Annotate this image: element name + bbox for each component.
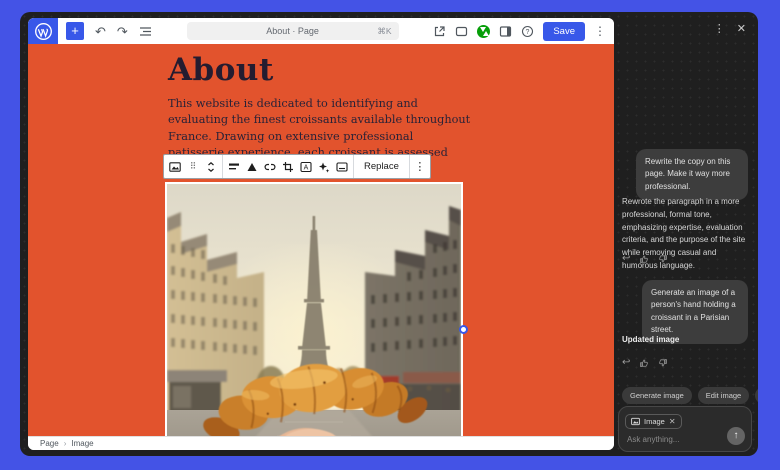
attachment-label: Image [644,417,665,426]
edit-image-chip[interactable]: Edit image [697,387,750,404]
breadcrumb-bar: Page › Image [28,436,614,450]
editor-top-toolbar: + ↶ ↷ About · Page ⌘K ? Save ⋮ [28,18,614,44]
save-button[interactable]: Save [543,21,585,41]
editor-canvas[interactable]: About This website is dedicated to ident… [28,44,614,436]
block-controls-group: ⠿ [164,155,223,178]
image-tools-group: A [223,155,354,178]
settings-sidebar-icon[interactable] [499,25,512,38]
list-view-icon[interactable] [139,25,152,38]
generate-image-chip[interactable]: Generate image [622,387,692,404]
breadcrumb-page[interactable]: Page [40,439,59,448]
panel-controls: ⋮ ✕ [714,22,746,35]
wordpress-editor: + ↶ ↷ About · Page ⌘K ? Save ⋮ About Thi… [28,18,614,450]
ask-anything-input[interactable] [627,435,707,444]
thumbs-up-icon[interactable] [639,254,649,264]
view-site-icon[interactable] [433,25,446,38]
breadcrumb-separator: › [63,439,67,448]
breadcrumb-image[interactable]: Image [71,439,93,448]
undo-icon[interactable]: ↶ [95,25,106,38]
croissant-paris-photo [167,184,461,436]
remove-background-chip[interactable]: Remove b [755,387,758,404]
link-icon[interactable] [261,155,279,178]
image-block-type-icon[interactable] [166,155,184,178]
svg-text:?: ? [526,29,530,36]
document-title: About · Page [266,26,319,36]
croissant-photo-block[interactable] [165,182,463,436]
thumbs-up-icon[interactable] [639,358,649,368]
suggestion-chips-row: Generate image Edit image Remove b [622,387,758,404]
text-over-image-icon[interactable]: A [297,155,315,178]
ai-assistant-panel: ⋮ ✕ Rewrite the copy on this page. Make … [614,12,758,456]
message-feedback-row: ↩ [622,253,668,264]
thumbs-down-icon[interactable] [658,358,668,368]
replace-button[interactable]: Replace [356,161,407,172]
block-options-icon[interactable]: ⋮ [412,160,428,173]
user-message-bubble: Rewrite the copy on this page. Make it w… [636,149,748,201]
image-resize-handle[interactable] [459,325,468,334]
remove-attachment-icon[interactable]: ✕ [669,417,676,426]
image-attachment-icon [631,417,640,426]
ai-sparkle-icon[interactable] [315,155,333,178]
command-palette-button[interactable]: About · Page ⌘K [186,22,399,40]
thumbs-down-icon[interactable] [658,254,668,264]
undo-response-icon[interactable]: ↩ [622,253,630,264]
page-title-heading[interactable]: About [168,52,274,88]
duotone-filter-icon[interactable] [243,155,261,178]
move-block-icon[interactable] [202,155,220,178]
jetpack-ai-icon[interactable] [477,24,491,38]
replace-group: Replace [354,155,410,178]
desktop-background: + ↶ ↷ About · Page ⌘K ? Save ⋮ About Thi… [0,0,780,470]
align-icon[interactable] [225,155,243,178]
assistant-status-message: Updated image [622,335,680,344]
block-inserter-button[interactable]: + [66,22,84,40]
ai-composer: Image ✕ ↑ [618,406,752,452]
app-window: + ↶ ↷ About · Page ⌘K ? Save ⋮ About Thi… [20,12,758,456]
command-shortcut: ⌘K [377,26,392,36]
editor-options-icon[interactable]: ⋮ [594,24,606,38]
caption-icon[interactable] [333,155,351,178]
help-icon[interactable]: ? [521,25,534,38]
drag-handle-icon[interactable]: ⠿ [184,155,202,178]
crop-icon[interactable] [279,155,297,178]
message-feedback-row: ↩ [622,357,668,368]
redo-icon[interactable]: ↷ [117,25,128,38]
wordpress-logo-icon[interactable] [28,18,58,44]
undo-response-icon[interactable]: ↩ [622,357,630,368]
comments-icon[interactable] [455,25,468,38]
send-button[interactable]: ↑ [727,427,745,445]
block-options-group: ⋮ [410,155,430,178]
panel-close-icon[interactable]: ✕ [737,22,746,35]
panel-options-icon[interactable]: ⋮ [714,22,725,35]
svg-text:A: A [304,164,309,171]
image-block-toolbar: ⠿ A Replace ⋮ [163,154,431,179]
toolbar-right-group: ? Save ⋮ [433,21,614,41]
document-bar-wrap: About · Page ⌘K [152,22,434,40]
image-attachment-chip[interactable]: Image ✕ [625,414,682,429]
